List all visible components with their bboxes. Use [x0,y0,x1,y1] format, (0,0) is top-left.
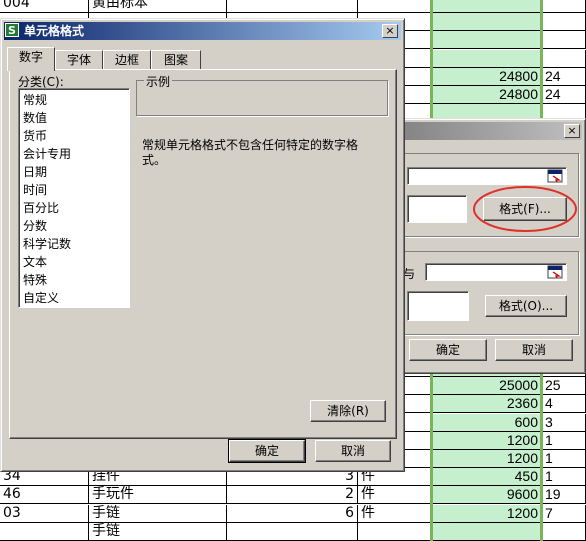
category-item[interactable]: 文本 [19,253,129,271]
sheet-cell[interactable] [0,522,89,541]
sheet-cell[interactable]: 24800 [432,67,542,86]
sheet-cell[interactable]: 手玩件 [89,486,227,505]
sheet-cell[interactable] [358,0,432,13]
sheet-cell[interactable] [432,0,542,13]
tab-number[interactable]: 数字 [7,47,55,71]
category-item[interactable]: 百分比 [19,199,129,217]
sheet-cell[interactable]: 6 [227,504,358,523]
clear-button[interactable]: 清除(R) [310,400,386,422]
format-cells-dialog: 单元格格式 S × 数字 字体 边框 图案 分类(C): 常规 数值 货币 会计… [0,18,405,472]
sheet-cell[interactable]: 手链 [89,504,227,523]
sheet-row: 004 黄由标本 [0,0,586,13]
format-button-2[interactable]: 格式(O)... [485,295,567,317]
sheet-cell[interactable] [227,522,358,541]
sheet-cell[interactable] [542,31,586,50]
back-cancel-button[interactable]: 取消 [495,339,573,361]
conditional-format-dialog: × 格式(F)... 与 格式(O)... 确定 取消 [386,118,586,374]
category-list[interactable]: 常规 数值 货币 会计专用 日期 时间 百分比 分数 科学记数 文本 特殊 自定… [18,88,130,308]
category-item[interactable]: 自定义 [19,289,129,307]
format-description: 常规单元格格式不包含任何特定的数字格式。 [142,138,359,167]
range-picker-icon[interactable] [547,265,563,279]
dialog-titlebar: 单元格格式 [4,22,401,40]
sheet-cell[interactable]: 1 [542,468,586,487]
sample-group [136,80,388,116]
sheet-row: 手链 [0,522,586,541]
condition-2-preview [407,291,469,321]
sheet-cell[interactable]: 件 [358,504,432,523]
dialog-title: 单元格格式 [24,24,85,38]
range-picker-icon[interactable] [547,169,563,183]
back-ok-button[interactable]: 确定 [409,339,487,361]
back-dialog-titlebar [390,122,582,140]
condition-2-value-input[interactable] [425,263,567,281]
sheet-cell[interactable] [542,522,586,541]
sheet-cell[interactable]: 46 [0,486,89,505]
sheet-cell[interactable] [432,522,542,541]
condition-1-preview [407,195,467,223]
category-item[interactable]: 会计专用 [19,145,129,163]
highlight-circle [473,186,577,232]
category-item[interactable]: 时间 [19,181,129,199]
sheet-cell[interactable]: 03 [0,504,89,523]
category-item[interactable]: 科学记数 [19,235,129,253]
sheet-cell[interactable]: 24800 [432,86,542,104]
back-close-button[interactable]: × [564,124,580,138]
sheet-cell[interactable]: 4 [542,395,586,414]
sheet-cell[interactable]: 24 [542,67,586,86]
tab-pattern[interactable]: 图案 [151,50,201,70]
sheet-cell[interactable]: 600 [432,413,542,432]
sheet-row: 03 手链 6 件 1200 7 [0,504,586,523]
sheet-cell[interactable]: 3 [542,413,586,432]
app-icon: S [5,23,19,37]
sheet-cell[interactable]: 件 [358,486,432,505]
sheet-cell[interactable]: 19 [542,486,586,505]
number-tab-panel: 分类(C): 常规 数值 货币 会计专用 日期 时间 百分比 分数 科学记数 文… [9,69,397,439]
category-item[interactable]: 分数 [19,217,129,235]
sheet-cell[interactable] [358,522,432,541]
close-button[interactable]: × [382,24,398,38]
sheet-cell[interactable]: 450 [432,468,542,487]
category-item[interactable]: 数值 [19,109,129,127]
sample-label: 示例 [144,73,173,90]
category-item[interactable]: 货币 [19,127,129,145]
sheet-cell[interactable]: 1200 [432,504,542,523]
sheet-row: 46 手玩件 2 件 9600 19 [0,486,586,505]
category-item[interactable]: 日期 [19,163,129,181]
sheet-cell[interactable]: 手链 [89,522,227,541]
sheet-cell[interactable]: 25000 [432,377,542,396]
tab-font[interactable]: 字体 [55,50,103,70]
sheet-cell[interactable] [542,13,586,32]
sheet-cell[interactable]: 1200 [432,450,542,468]
cancel-button[interactable]: 取消 [315,440,391,462]
sheet-cell[interactable]: 1 [542,450,586,468]
sheet-cell[interactable]: 1 [542,431,586,450]
sheet-cell[interactable] [432,13,542,32]
tab-border[interactable]: 边框 [103,50,151,70]
sheet-cell[interactable]: 004 [0,0,89,13]
sheet-cell[interactable]: 2360 [432,395,542,414]
ok-button[interactable]: 确定 [228,439,306,463]
sheet-cell[interactable]: 黄由标本 [89,0,227,13]
category-item[interactable]: 特殊 [19,271,129,289]
sheet-cell[interactable] [227,0,358,13]
sheet-cell[interactable] [542,49,586,68]
sheet-cell[interactable] [432,49,542,68]
sheet-cell[interactable]: 1200 [432,431,542,450]
sheet-cell[interactable]: 2 [227,486,358,505]
category-item[interactable]: 常规 [19,91,129,109]
sheet-cell[interactable]: 24 [542,86,586,104]
sheet-cell[interactable]: 25 [542,377,586,396]
sheet-cell[interactable] [432,31,542,50]
sheet-cell[interactable] [542,0,586,13]
sheet-cell[interactable]: 9600 [432,486,542,505]
sheet-cell[interactable]: 7 [542,504,586,523]
